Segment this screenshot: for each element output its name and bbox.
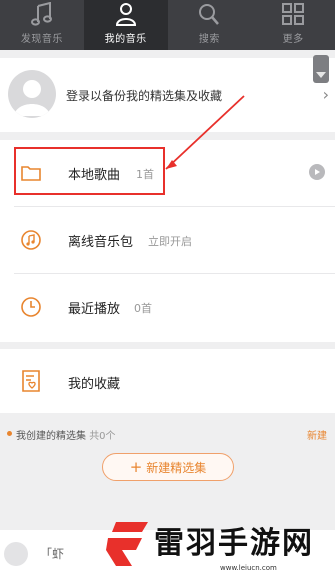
watermark-url: www.leiucn.com bbox=[220, 564, 277, 572]
annotation-arrow bbox=[165, 95, 245, 170]
watermark-logo-icon bbox=[102, 516, 154, 572]
watermark: 雷羽手游网 www.leiucn.com bbox=[102, 512, 335, 580]
watermark-title: 雷羽手游网 bbox=[154, 526, 314, 561]
